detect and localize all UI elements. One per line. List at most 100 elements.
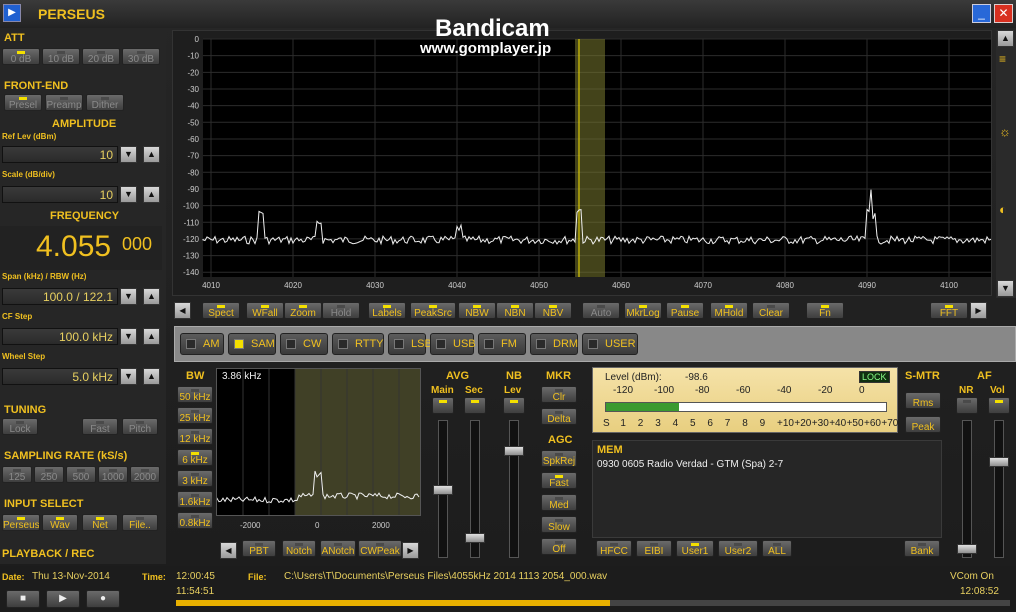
- smtr-peak-button[interactable]: Peak: [905, 416, 941, 433]
- mode-button-drm[interactable]: DRM: [530, 333, 578, 355]
- bw-right-arrow[interactable]: ▶: [402, 542, 419, 559]
- close-button[interactable]: ✕: [994, 4, 1013, 23]
- nb-thumb[interactable]: [504, 446, 524, 456]
- input-button-file[interactable]: File..: [122, 514, 158, 531]
- ref-lev-up[interactable]: ▲: [143, 146, 160, 163]
- att-button-30-db[interactable]: 30 dB: [122, 48, 160, 65]
- avg-sec-toggle[interactable]: [464, 397, 486, 414]
- input-button-perseus[interactable]: Perseus: [2, 514, 40, 531]
- mem-button-user1[interactable]: User1: [676, 540, 714, 557]
- bw-bottom-button-anotch[interactable]: ANotch: [320, 540, 356, 557]
- sampling-button-500[interactable]: 500: [66, 466, 96, 483]
- af-nr-toggle[interactable]: [956, 397, 978, 414]
- mem-button-bank[interactable]: Bank: [904, 540, 940, 557]
- avg-main-toggle[interactable]: [432, 397, 454, 414]
- tuning-button-pitch[interactable]: Pitch: [122, 418, 158, 435]
- scale-field[interactable]: 10: [2, 186, 118, 203]
- nb-slider[interactable]: [509, 420, 519, 558]
- af-vol-thumb[interactable]: [989, 457, 1009, 467]
- mode-button-lsb[interactable]: LSB: [388, 333, 432, 355]
- scroll-up[interactable]: ▲: [997, 30, 1014, 47]
- span-field[interactable]: 100.0 / 122.1: [2, 288, 118, 305]
- bw-display[interactable]: [216, 369, 420, 515]
- toolbar-button-mhold[interactable]: MHold: [710, 302, 748, 319]
- frequency-display[interactable]: 4.055 000: [0, 226, 162, 270]
- playback-progress-track[interactable]: [176, 600, 1010, 606]
- agc-button-slow[interactable]: Slow: [541, 516, 577, 533]
- right-scrollbar[interactable]: ▲ ≡ ☼ ◐ ▼: [996, 30, 1016, 298]
- af-nr-thumb[interactable]: [957, 544, 977, 554]
- mem-button-user2[interactable]: User2: [718, 540, 758, 557]
- mkr-button-delta[interactable]: Delta: [541, 408, 577, 425]
- app-icon[interactable]: ▶: [3, 4, 21, 22]
- sampling-button-2000[interactable]: 2000: [130, 466, 160, 483]
- bw-left-arrow[interactable]: ◀: [220, 542, 237, 559]
- af-vol-toggle[interactable]: [988, 397, 1010, 414]
- att-button-0-db[interactable]: 0 dB: [2, 48, 40, 65]
- brightness-icon[interactable]: ☼: [999, 124, 1011, 139]
- toolbar-button-fn[interactable]: Fn: [806, 302, 844, 319]
- scale-up[interactable]: ▲: [143, 186, 160, 203]
- bw-button-6-khz[interactable]: 6 kHz: [177, 449, 213, 466]
- frontend-button-presel[interactable]: Presel: [4, 94, 42, 111]
- wheel-step-field[interactable]: 5.0 kHz: [2, 368, 118, 385]
- agc-button-off[interactable]: Off: [541, 538, 577, 555]
- af-vol-slider[interactable]: [994, 420, 1004, 558]
- frontend-button-preamp[interactable]: Preamp: [45, 94, 83, 111]
- nb-toggle[interactable]: [503, 397, 525, 414]
- mem-button-eibi[interactable]: EIBI: [636, 540, 672, 557]
- toolbar-button-wfall[interactable]: WFall: [246, 302, 284, 319]
- bw-button-0-8khz[interactable]: 0.8kHz: [177, 512, 213, 529]
- mode-button-cw[interactable]: CW: [280, 333, 328, 355]
- att-button-20-db[interactable]: 20 dB: [82, 48, 120, 65]
- toolbar-right-arrow[interactable]: ▶: [970, 302, 987, 319]
- ref-lev-field[interactable]: 10: [2, 146, 118, 163]
- toolbar-button-zoom[interactable]: Zoom: [284, 302, 322, 319]
- cf-step-field[interactable]: 100.0 kHz: [2, 328, 118, 345]
- toolbar-button-hold[interactable]: Hold: [322, 302, 360, 319]
- agc-button-fast[interactable]: Fast: [541, 472, 577, 489]
- toolbar-button-nbn[interactable]: NBN: [496, 302, 534, 319]
- play-button[interactable]: ▶: [46, 590, 80, 608]
- bw-button-12-khz[interactable]: 12 kHz: [177, 428, 213, 445]
- toolbar-button-fft[interactable]: FFT: [930, 302, 968, 319]
- stop-button[interactable]: ■: [6, 590, 40, 608]
- toolbar-button-spect[interactable]: Spect: [202, 302, 240, 319]
- bw-button-50-khz[interactable]: 50 kHz: [177, 386, 213, 403]
- mem-button-hfcc[interactable]: HFCC: [596, 540, 632, 557]
- input-button-wav[interactable]: Wav: [42, 514, 78, 531]
- scale-down[interactable]: ▼: [120, 186, 137, 203]
- mem-entry[interactable]: 0930 0605 Radio Verdad - GTM (Spa) 2-7: [597, 459, 783, 470]
- toolbar-button-nbv[interactable]: NBV: [534, 302, 572, 319]
- toolbar-button-mkrlog[interactable]: MkrLog: [624, 302, 662, 319]
- sampling-button-125[interactable]: 125: [2, 466, 32, 483]
- mem-button-all[interactable]: ALL: [762, 540, 792, 557]
- mkr-button-clr[interactable]: Clr: [541, 386, 577, 403]
- smtr-rms-button[interactable]: Rms: [905, 392, 941, 409]
- ref-lev-down[interactable]: ▼: [120, 146, 137, 163]
- agc-button-spkrej[interactable]: SpkRej: [541, 450, 577, 467]
- toolbar-left-arrow[interactable]: ◀: [174, 302, 191, 319]
- wheel-step-up[interactable]: ▲: [143, 368, 160, 385]
- tuning-button-fast[interactable]: Fast: [82, 418, 118, 435]
- mode-button-user[interactable]: USER: [582, 333, 638, 355]
- toolbar-button-auto[interactable]: Auto: [582, 302, 620, 319]
- bw-bottom-button-cwpeak[interactable]: CWPeak: [358, 540, 402, 557]
- span-up[interactable]: ▲: [143, 288, 160, 305]
- sampling-button-250[interactable]: 250: [34, 466, 64, 483]
- mode-button-usb[interactable]: USB: [430, 333, 476, 355]
- bw-button-25-khz[interactable]: 25 kHz: [177, 407, 213, 424]
- mode-button-fm[interactable]: FM: [478, 333, 526, 355]
- sampling-button-1000[interactable]: 1000: [98, 466, 128, 483]
- spectrum-display[interactable]: 0 -10 -20 -30 -40 -50 -60 -70 -80 -90 -100 -110 -120…: [173, 31, 993, 297]
- span-down[interactable]: ▼: [120, 288, 137, 305]
- bw-button-1-6khz[interactable]: 1.6kHz: [177, 491, 213, 508]
- cf-step-up[interactable]: ▲: [143, 328, 160, 345]
- mode-button-sam[interactable]: SAM: [228, 333, 276, 355]
- toolbar-button-clear[interactable]: Clear: [752, 302, 790, 319]
- record-button[interactable]: ●: [86, 590, 120, 608]
- cf-step-down[interactable]: ▼: [120, 328, 137, 345]
- avg-main-thumb[interactable]: [433, 485, 453, 495]
- toolbar-button-peaksrc[interactable]: PeakSrc: [410, 302, 456, 319]
- bw-bottom-button-notch[interactable]: Notch: [282, 540, 316, 557]
